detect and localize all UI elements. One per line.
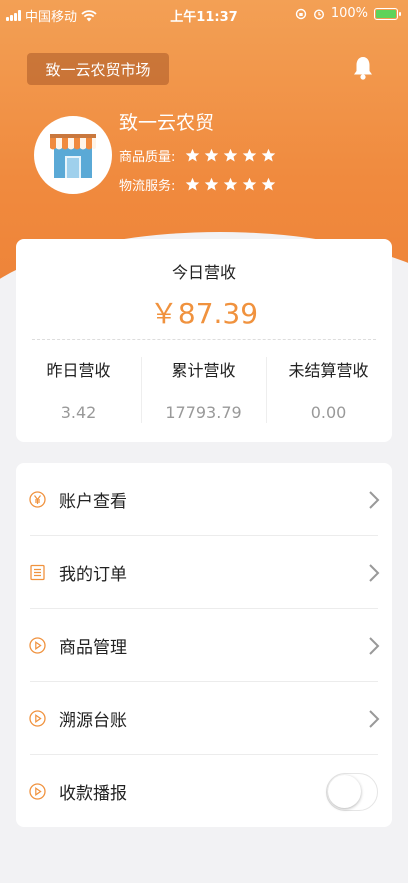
status-bar: 中国移动 上午11:37 100%: [0, 0, 408, 30]
play-circle-icon: [29, 710, 46, 727]
stat-label: 累计营收: [171, 361, 236, 380]
menu-item-traceability[interactable]: 溯源台账: [16, 682, 392, 755]
stat-total: 累计营收 17793.79: [141, 357, 266, 422]
chevron-right-icon: [369, 636, 380, 655]
stat-value: 3.42: [60, 403, 97, 422]
menu-item-label: 收款播报: [59, 784, 127, 804]
stat-value: 17793.79: [165, 403, 242, 422]
battery-icon: [374, 7, 401, 20]
today-revenue-label: 今日营收: [171, 263, 236, 282]
yen-circle-icon: [29, 491, 46, 508]
menu-item-payment-broadcast: 收款播报: [16, 755, 392, 828]
store-avatar: [34, 116, 112, 194]
menu-card: 账户查看 我的订单 商品管理 溯源台账 收款播报: [16, 463, 392, 827]
star-icon: [205, 148, 219, 162]
quality-rating: 商品质量:: [119, 146, 276, 165]
chevron-right-icon: [369, 563, 380, 582]
dashed-divider: [32, 339, 376, 340]
logistics-stars: [185, 177, 276, 192]
stat-yesterday: 昨日营收 3.42: [16, 357, 141, 422]
menu-item-label: 账户查看: [59, 492, 127, 512]
quality-label: 商品质量:: [119, 150, 176, 165]
bell-icon[interactable]: [352, 55, 374, 81]
quality-stars: [185, 148, 276, 163]
menu-item-label: 商品管理: [59, 638, 127, 658]
play-circle-icon: [29, 637, 46, 654]
battery-percent: 100%: [330, 6, 368, 21]
chevron-right-icon: [369, 490, 380, 509]
toggle-knob: [328, 774, 361, 808]
today-revenue-value: ￥87.39: [149, 297, 259, 330]
menu-item-products[interactable]: 商品管理: [16, 609, 392, 682]
star-icon: [243, 177, 257, 191]
storefront-icon: [50, 134, 96, 178]
star-icon: [186, 148, 200, 162]
star-icon: [243, 148, 257, 162]
clipboard-icon: [30, 564, 45, 581]
menu-item-label: 溯源台账: [59, 711, 127, 731]
stat-value: 0.00: [310, 403, 347, 422]
menu-item-account[interactable]: 账户查看: [16, 463, 392, 536]
store-name: 致一云农贸: [119, 112, 215, 134]
stat-label: 未结算营收: [288, 361, 369, 380]
stat-unsettled: 未结算营收 0.00: [266, 357, 391, 422]
stat-label: 昨日营收: [46, 361, 111, 380]
star-icon: [186, 177, 200, 191]
play-circle-icon: [29, 783, 46, 800]
star-icon: [205, 177, 219, 191]
logistics-label: 物流服务:: [119, 179, 176, 194]
star-icon: [262, 177, 276, 191]
market-button[interactable]: 致一云农贸市场: [27, 53, 169, 85]
star-icon: [224, 148, 238, 162]
revenue-card: 今日营收 ￥87.39 昨日营收 3.42 累计营收 17793.79 未结算营…: [16, 239, 392, 442]
alarm-icon: [313, 8, 324, 20]
payment-broadcast-toggle[interactable]: [326, 772, 378, 811]
star-icon: [224, 177, 238, 191]
menu-item-orders[interactable]: 我的订单: [16, 536, 392, 609]
star-icon: [262, 148, 276, 162]
menu-item-label: 我的订单: [59, 565, 127, 585]
status-right: 100%: [295, 6, 401, 21]
logistics-rating: 物流服务:: [119, 175, 276, 194]
orientation-lock-icon: [295, 8, 307, 19]
chevron-right-icon: [369, 709, 380, 728]
